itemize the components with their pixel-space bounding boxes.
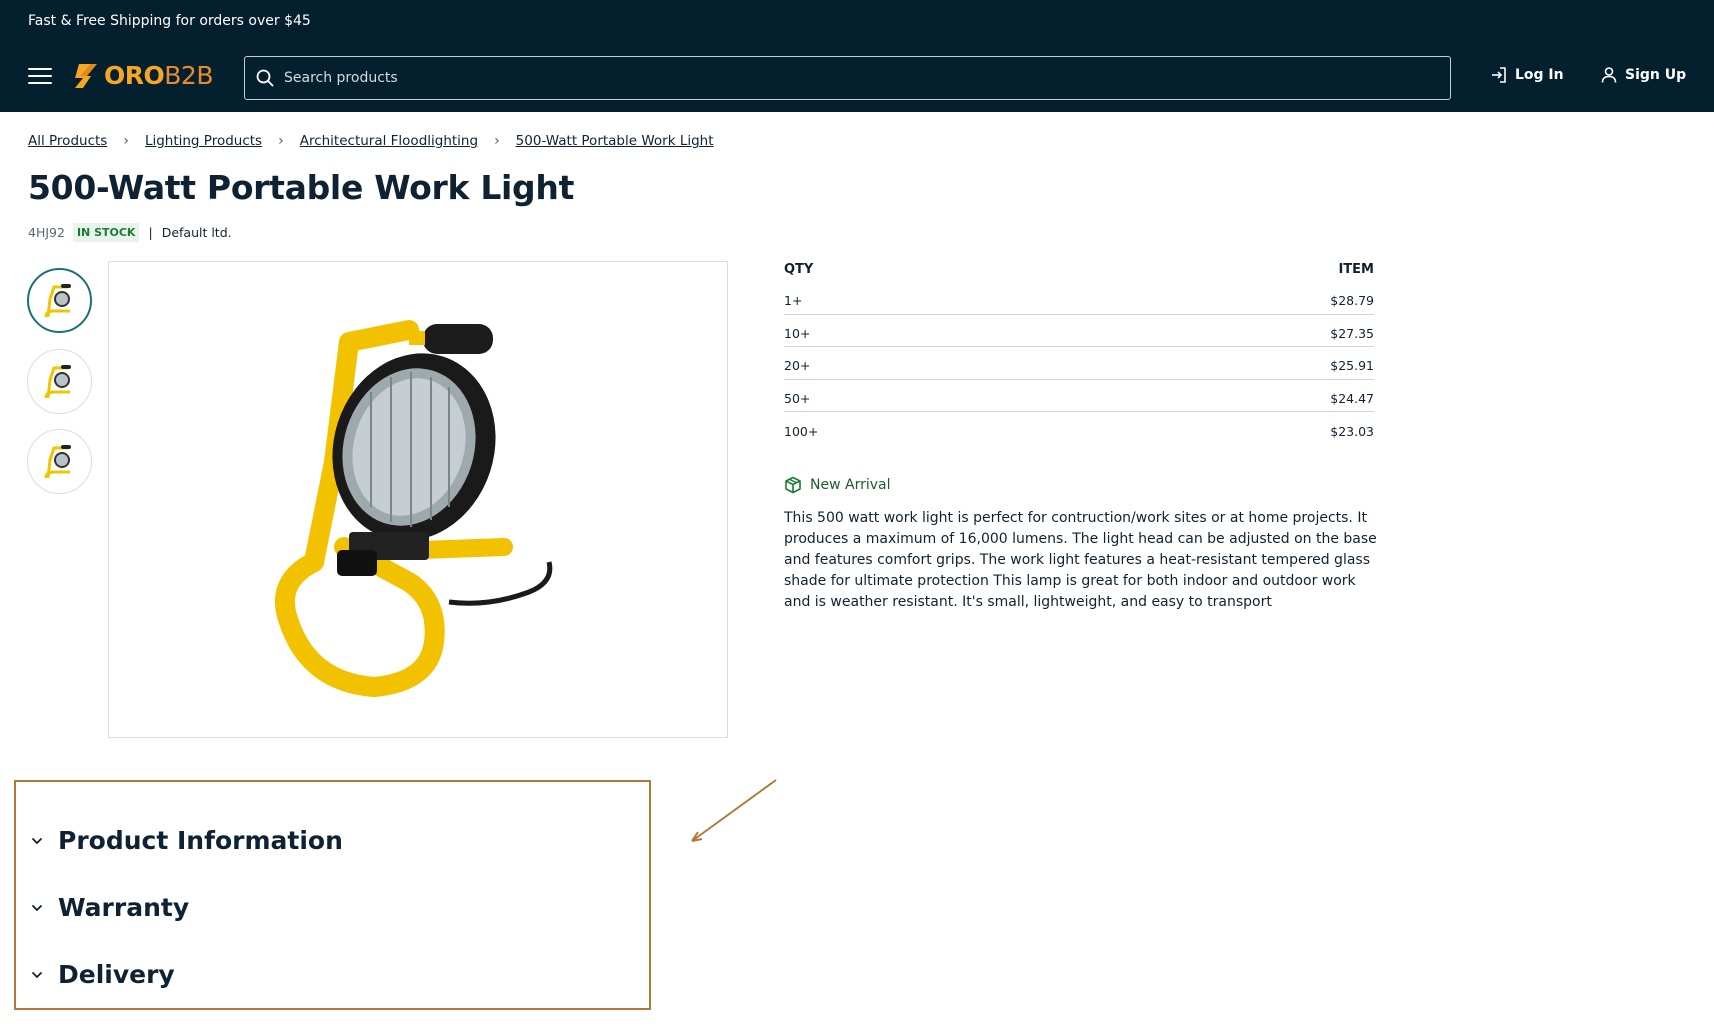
column-header-item: ITEM: [1338, 262, 1374, 277]
work-light-image: [275, 320, 553, 697]
page-title: 500-Watt Portable Work Light: [28, 168, 575, 207]
price-cell: $28.79: [1330, 293, 1374, 309]
breadcrumb-link-floodlighting[interactable]: Architectural Floodlighting: [300, 133, 478, 149]
chevron-right-icon: ›: [123, 133, 129, 149]
work-light-image: [44, 444, 71, 478]
annotation-arrow: [691, 779, 777, 842]
accordion-warranty[interactable]: Warranty: [30, 893, 189, 922]
accordion-label: Product Information: [58, 826, 343, 855]
work-light-image: [44, 283, 71, 317]
product-description: This 500 watt work light is perfect for …: [784, 510, 1377, 610]
breadcrumb-link-all-products[interactable]: All Products: [28, 133, 107, 149]
menu-icon[interactable]: [28, 68, 52, 86]
price-cell: $25.91: [1330, 358, 1374, 374]
work-light-image: [44, 364, 71, 398]
site-logo[interactable]: OROB2B: [70, 60, 213, 92]
separator: |: [148, 225, 153, 240]
price-cell: $27.35: [1330, 325, 1374, 341]
price-cell: $24.47: [1330, 390, 1374, 406]
chevron-down-icon: [32, 971, 42, 978]
promo-banner: Fast & Free Shipping for orders over $45: [28, 13, 311, 29]
product-thumbnail-1[interactable]: [27, 268, 92, 333]
vendor-name: Default ltd.: [161, 225, 232, 240]
price-cell: $23.03: [1330, 423, 1374, 439]
login-icon: [1492, 67, 1506, 83]
product-thumbnail-2[interactable]: [27, 349, 92, 414]
table-row: 20+ $25.91: [784, 347, 1374, 380]
chevron-down-icon: [32, 904, 42, 911]
logo-icon: [75, 64, 97, 88]
chevron-right-icon: ›: [494, 133, 500, 149]
accordion-product-information[interactable]: Product Information: [30, 826, 343, 855]
accordion-delivery[interactable]: Delivery: [30, 960, 175, 989]
qty-cell: 50+: [784, 390, 811, 406]
logo-text-b2b: B2B: [164, 61, 213, 90]
table-row: 10+ $27.35: [784, 315, 1374, 347]
accordion-label: Delivery: [58, 960, 175, 989]
chevron-down-icon: [32, 837, 42, 844]
product-details-accordion: Product Information Warranty Delivery: [14, 780, 651, 1010]
breadcrumb-link-lighting[interactable]: Lighting Products: [145, 133, 262, 149]
login-label: Log In: [1515, 67, 1564, 83]
product-thumbnail-3[interactable]: [27, 429, 92, 494]
qty-cell: 10+: [784, 325, 811, 341]
search-bar[interactable]: [244, 56, 1451, 100]
price-table: QTY ITEM 1+ $28.79 10+ $27.35 20+ $25.91…: [784, 262, 1374, 445]
qty-cell: 20+: [784, 358, 811, 374]
chevron-right-icon: ›: [278, 133, 284, 149]
site-header: Fast & Free Shipping for orders over $45…: [0, 0, 1714, 112]
product-meta: 4HJ92 IN STOCK | Default ltd.: [28, 223, 232, 242]
qty-cell: 1+: [784, 293, 803, 309]
logo-text-oro: ORO: [104, 61, 165, 90]
user-icon: [1601, 67, 1617, 83]
column-header-qty: QTY: [784, 262, 814, 277]
product-sku: 4HJ92: [28, 225, 65, 240]
new-arrival-label: New Arrival: [810, 477, 891, 493]
accordion-label: Warranty: [58, 893, 190, 922]
status-badge: IN STOCK: [72, 223, 140, 242]
table-row: 50+ $24.47: [784, 380, 1374, 412]
breadcrumb: All Products › Lighting Products › Archi…: [28, 133, 714, 149]
table-row: 100+ $23.03: [784, 412, 1374, 445]
signup-button[interactable]: Sign Up: [1600, 66, 1686, 84]
login-button[interactable]: Log In: [1490, 66, 1564, 84]
new-arrival-badge: New Arrival: [784, 476, 890, 494]
product-main-image[interactable]: [108, 261, 728, 738]
table-row: 1+ $28.79: [784, 282, 1374, 315]
search-icon: [256, 69, 274, 87]
qty-cell: 100+: [784, 423, 819, 439]
signup-label: Sign Up: [1625, 67, 1687, 83]
package-icon: [785, 476, 801, 494]
search-input[interactable]: [284, 70, 1384, 86]
price-table-header: QTY ITEM: [784, 262, 1374, 282]
breadcrumb-link-current[interactable]: 500-Watt Portable Work Light: [516, 133, 714, 149]
